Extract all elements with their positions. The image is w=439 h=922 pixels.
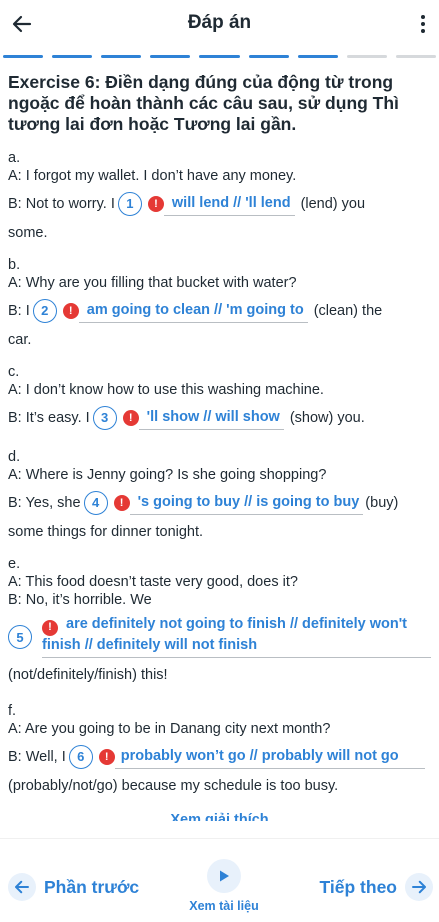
- question-b-line: B: I 2 ! am going to clean // 'm going t…: [8, 299, 431, 323]
- answer-text: are definitely not going to finish // de…: [42, 616, 407, 653]
- error-icon: !: [42, 619, 58, 636]
- progress-segment: [297, 55, 338, 58]
- question-a-line: A: Why are you filling that bucket with …: [8, 275, 297, 291]
- b-prefix: B: Yes, she: [8, 495, 81, 511]
- question-item: e. A: This food doesn’t taste very good,…: [8, 555, 431, 684]
- question-item: f. A: Are you going to be in Danang city…: [8, 702, 431, 795]
- answer-number-badge: 1: [117, 192, 142, 216]
- bottom-nav: Phần trước Xem tài liệu Tiếp theo: [0, 838, 439, 922]
- b-prefix: B: Not to worry. I: [8, 196, 115, 212]
- answer-content[interactable]: Exercise 6: Điền dạng đúng của động từ t…: [0, 64, 439, 826]
- question-letter: d.: [8, 449, 21, 465]
- question-letter: b.: [8, 257, 21, 273]
- question-letter: a.: [8, 150, 21, 166]
- progress-segment: [52, 55, 93, 58]
- question-b-line: B: Well, I 6 ! probably won’t go // prob…: [8, 744, 431, 769]
- question-continuation: some things for dinner tonight.: [8, 524, 204, 540]
- arrow-right-icon: [412, 880, 426, 894]
- play-circle: [207, 859, 241, 893]
- question-b-line: B: Not to worry. I 1 ! will lend // 'll …: [8, 192, 431, 216]
- prev-section-button[interactable]: Phần trước: [8, 873, 139, 901]
- next-section-button[interactable]: Tiếp theo: [320, 873, 433, 901]
- answer-text: 'll show // will show: [138, 406, 284, 430]
- error-icon: !: [62, 303, 79, 319]
- page-title: Đáp án: [187, 12, 252, 33]
- question-continuation: car.: [8, 332, 32, 348]
- progress-segment: [346, 55, 387, 58]
- progress-segment: [101, 55, 142, 58]
- answer-text: am going to clean // 'm going to: [78, 299, 308, 323]
- view-documents-button[interactable]: Xem tài liệu: [176, 859, 272, 913]
- question-b-line: B: It’s easy. I 3 ! 'll show // will sho…: [8, 406, 431, 430]
- b-suffix: (lend) you: [300, 196, 366, 212]
- progress-segment: [3, 55, 44, 58]
- b-suffix: (buy): [365, 495, 399, 511]
- b-prefix: B: It’s easy. I: [8, 410, 90, 426]
- question-item: a. A: I forgot my wallet. I don’t have a…: [8, 149, 431, 242]
- b-suffix: (clean) the: [313, 303, 383, 319]
- answer-number-badge: 4: [83, 491, 108, 515]
- question-continuation: (probably/not/go) because my schedule is…: [8, 777, 339, 794]
- progress-segment: [395, 55, 436, 58]
- question-a-line: A: Are you going to be in Danang city ne…: [8, 720, 331, 737]
- exercise-title: Exercise 6: Điền dạng đúng của động từ t…: [8, 72, 399, 134]
- question-item: d. A: Where is Jenny going? Is she going…: [8, 448, 431, 541]
- question-a-line: A: I forgot my wallet. I don’t have any …: [8, 168, 297, 184]
- answer-text: probably won’t go // probably will not g…: [114, 745, 425, 769]
- question-letter: c.: [8, 364, 20, 380]
- answer-number-badge: 3: [92, 406, 117, 430]
- question-a-line: A: I don’t know how to use this washing …: [8, 382, 324, 398]
- error-icon: !: [98, 748, 115, 765]
- answer-text: 's going to buy // is going to buy: [129, 491, 364, 515]
- question-item: b. A: Why are you filling that bucket wi…: [8, 256, 431, 349]
- progress-bar: [3, 55, 436, 58]
- answer-block: ! are definitely not going to finish // d…: [42, 615, 431, 658]
- arrow-left-icon: [15, 880, 29, 894]
- error-icon: !: [113, 495, 130, 511]
- answer-number-badge: 5: [8, 625, 32, 649]
- error-icon: !: [122, 410, 139, 426]
- b-prefix: B: No, it’s horrible. We: [8, 592, 152, 608]
- question-item: c. A: I don’t know how to use this washi…: [8, 363, 431, 430]
- see-explanation-link[interactable]: Xem giải thích: [8, 811, 431, 821]
- answer-number-badge: 6: [68, 744, 93, 769]
- question-continuation: some.: [8, 225, 48, 241]
- question-a-line: A: Where is Jenny going? Is she going sh…: [8, 467, 327, 483]
- answer-text: will lend // 'll lend: [163, 192, 295, 216]
- question-continuation: (not/definitely/finish) this!: [8, 666, 168, 683]
- prev-label: Phần trước: [44, 876, 140, 897]
- prev-circle: [8, 873, 36, 901]
- question-letter: f.: [8, 702, 17, 719]
- app-header: Đáp án: [0, 0, 439, 52]
- question-b-line: B: Yes, she 4 ! 's going to buy // is go…: [8, 491, 431, 515]
- b-suffix: (show) you.: [289, 410, 365, 426]
- progress-segment: [248, 55, 289, 58]
- question-a-line: A: This food doesn’t taste very good, do…: [8, 574, 298, 590]
- b-prefix: B: I: [8, 303, 30, 319]
- progress-segment: [199, 55, 240, 58]
- progress-segment: [150, 55, 191, 58]
- doc-label: Xem tài liệu: [189, 899, 259, 913]
- more-vertical-icon[interactable]: [415, 12, 431, 36]
- error-icon: !: [147, 196, 164, 212]
- question-letter: e.: [8, 556, 21, 572]
- b-prefix: B: Well, I: [8, 748, 66, 765]
- question-b-line: 5 ! are definitely not going to finish //…: [8, 615, 431, 658]
- answer-number-badge: 2: [32, 299, 57, 323]
- next-label: Tiếp theo: [319, 876, 397, 897]
- next-circle: [405, 873, 433, 901]
- play-icon: [220, 870, 229, 882]
